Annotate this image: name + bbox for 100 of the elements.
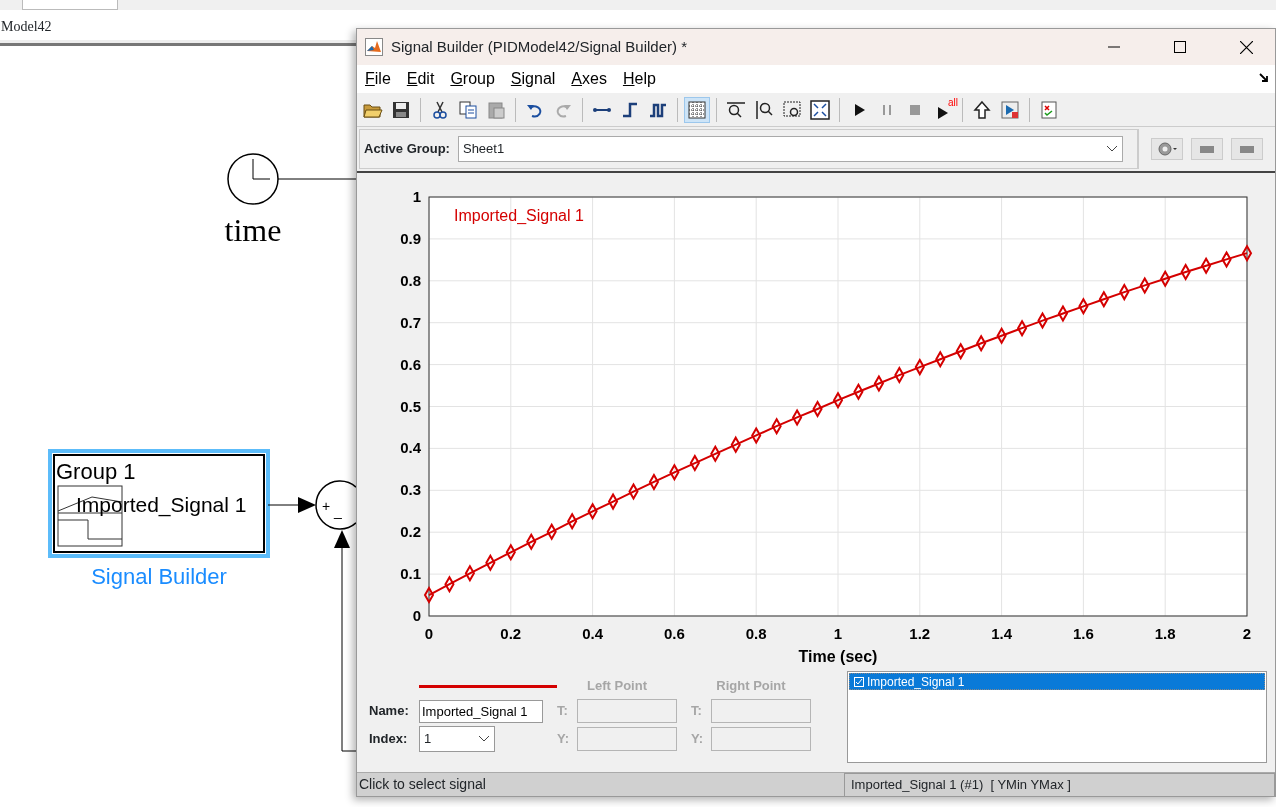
data-point[interactable] — [464, 564, 476, 583]
data-point[interactable] — [894, 366, 905, 385]
data-point[interactable] — [976, 334, 987, 353]
x-tick-label: 1.8 — [1154, 625, 1176, 642]
signal-list-item[interactable]: Imported_Signal 1 — [849, 673, 1265, 690]
data-point[interactable] — [1139, 276, 1150, 295]
data-point[interactable] — [853, 382, 864, 401]
menu-item[interactable]: Signal — [502, 67, 564, 91]
x-axis-label: Time (sec) — [798, 648, 878, 665]
block-label: Signal Builder — [91, 564, 227, 589]
menu-item[interactable]: Axes — [563, 67, 615, 91]
clock-block[interactable] — [227, 153, 279, 205]
x-tick-label: 1.4 — [991, 625, 1013, 642]
y-tick-label: 0.4 — [400, 439, 421, 457]
y-tick-label: 0.3 — [400, 481, 421, 499]
data-point[interactable] — [689, 454, 700, 473]
grid-button[interactable] — [684, 96, 710, 123]
data-point[interactable] — [751, 426, 762, 445]
data-point[interactable] — [1016, 319, 1028, 338]
chevron-down-icon — [1106, 145, 1118, 153]
play-all-button[interactable]: all — [930, 96, 956, 123]
line-style-sample[interactable] — [419, 684, 557, 689]
window-title: Signal Builder (PIDModel42/Signal Builder) * — [391, 36, 688, 57]
field-label: Name: — [369, 702, 410, 721]
data-point[interactable] — [1160, 269, 1171, 288]
data-point[interactable] — [1098, 290, 1109, 309]
x-tick-label: 0.8 — [745, 625, 767, 642]
menu-item[interactable]: File — [357, 67, 399, 91]
checklist-icon[interactable] — [1039, 99, 1059, 120]
data-point[interactable] — [423, 586, 435, 605]
data-point[interactable] — [955, 342, 966, 361]
data-point[interactable] — [505, 543, 516, 562]
data-point[interactable] — [587, 502, 598, 521]
save-icon[interactable] — [391, 99, 411, 120]
name-field[interactable]: Imported_Signal 1 — [419, 699, 543, 723]
x-tick-label: 0 — [424, 625, 434, 642]
copy-icon[interactable] — [458, 99, 478, 120]
data-point[interactable] — [812, 400, 823, 419]
x-tick-label: 1 — [833, 625, 843, 642]
field-label: Index: — [369, 730, 409, 749]
y-tick-label: 0.8 — [400, 271, 421, 289]
data-point[interactable] — [1221, 250, 1232, 269]
breadcrumb[interactable]: Model42 — [1, 16, 52, 37]
data-point[interactable] — [935, 350, 946, 369]
cut-icon[interactable] — [430, 99, 450, 120]
field-label: T: — [557, 702, 569, 721]
export-icon[interactable] — [1000, 99, 1020, 120]
checkbox[interactable] — [854, 676, 864, 687]
data-point[interactable] — [791, 408, 803, 427]
data-point[interactable] — [526, 532, 537, 551]
field-label: Y: — [691, 730, 705, 749]
up-arrow-icon[interactable] — [972, 99, 992, 120]
data-point[interactable] — [1180, 263, 1191, 281]
data-point[interactable] — [567, 512, 578, 531]
menu-item[interactable]: Edit — [398, 67, 443, 91]
section-title: Right Point — [715, 677, 787, 696]
index-dropdown[interactable]: 1 — [419, 726, 495, 752]
panel-button[interactable] — [1231, 138, 1263, 160]
y-tick-label: 0.1 — [400, 565, 421, 583]
zoom-x-icon[interactable] — [726, 99, 746, 120]
data-point[interactable] — [730, 435, 741, 454]
plot-background[interactable] — [429, 197, 1247, 616]
data-point[interactable] — [1200, 256, 1212, 275]
fit-icon[interactable] — [810, 99, 830, 120]
data-point[interactable] — [648, 472, 660, 491]
data-point[interactable] — [1119, 283, 1130, 302]
data-point[interactable] — [628, 482, 639, 501]
zoom-box-icon[interactable] — [782, 99, 802, 120]
y-tick-label: 0.5 — [400, 397, 421, 415]
data-point[interactable] — [710, 444, 721, 463]
zoom-y-icon[interactable] — [754, 99, 774, 120]
data-point[interactable] — [1057, 304, 1069, 323]
y-tick-label: 1 — [412, 188, 421, 205]
active-group-dropdown[interactable]: Sheet1 — [457, 136, 1123, 162]
menu-item[interactable]: Group — [442, 67, 503, 91]
dock-arrow-icon[interactable] — [1259, 73, 1269, 83]
data-point[interactable] — [914, 358, 925, 377]
data-point[interactable] — [669, 463, 680, 482]
data-point[interactable] — [546, 522, 557, 541]
y-tick-label: 0.6 — [400, 355, 421, 373]
menu-item[interactable]: Help — [614, 67, 664, 91]
x-tick-label: 0.2 — [500, 625, 522, 642]
data-point[interactable] — [1078, 297, 1089, 316]
data-point[interactable] — [444, 575, 455, 594]
active-group-label: Active Group: — [364, 140, 450, 159]
app-logo-icon — [365, 38, 383, 56]
data-point[interactable] — [607, 492, 619, 511]
signal-list[interactable]: Imported_Signal 1 — [847, 671, 1267, 763]
data-point[interactable] — [832, 391, 844, 410]
data-point[interactable] — [873, 374, 885, 393]
settings-button[interactable] — [1151, 138, 1183, 160]
data-point[interactable] — [485, 553, 496, 572]
data-point[interactable] — [1037, 311, 1048, 330]
data-point[interactable] — [1241, 244, 1253, 263]
data-point[interactable] — [771, 417, 782, 436]
data-point[interactable] — [996, 326, 1007, 345]
panel-button[interactable] — [1191, 138, 1223, 160]
sum-block[interactable] — [315, 480, 357, 530]
y-tick-label: 0.2 — [400, 523, 421, 541]
y-tick-label: 0 — [412, 607, 421, 624]
